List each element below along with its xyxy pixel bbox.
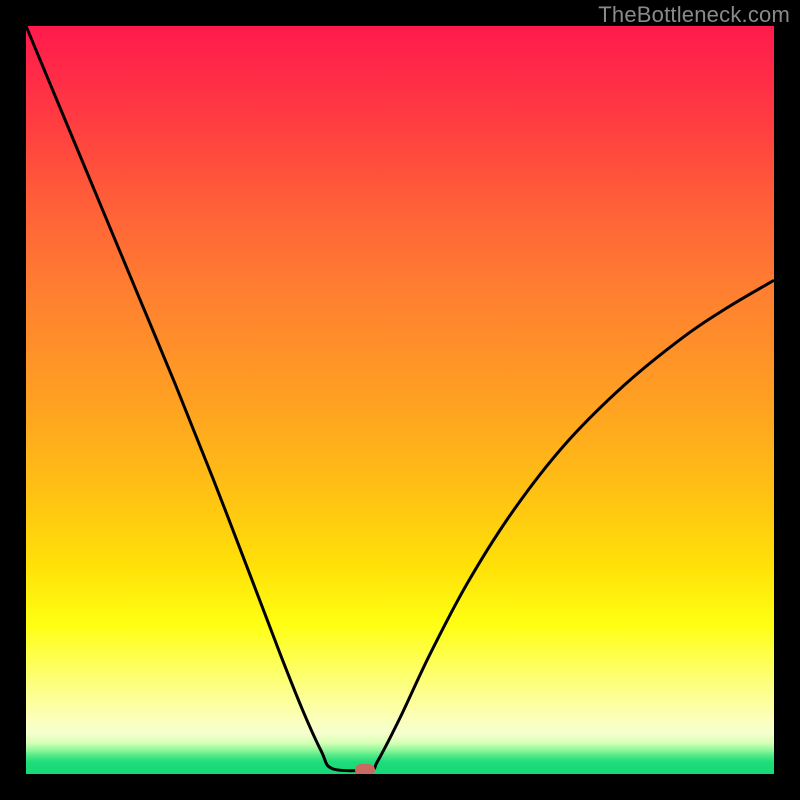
chart-frame: TheBottleneck.com <box>0 0 800 800</box>
plot-area <box>26 26 774 774</box>
bottleneck-curve-path <box>26 26 774 771</box>
bottleneck-curve <box>26 26 774 774</box>
optimal-point-marker <box>355 764 375 775</box>
watermark-text: TheBottleneck.com <box>598 2 790 28</box>
